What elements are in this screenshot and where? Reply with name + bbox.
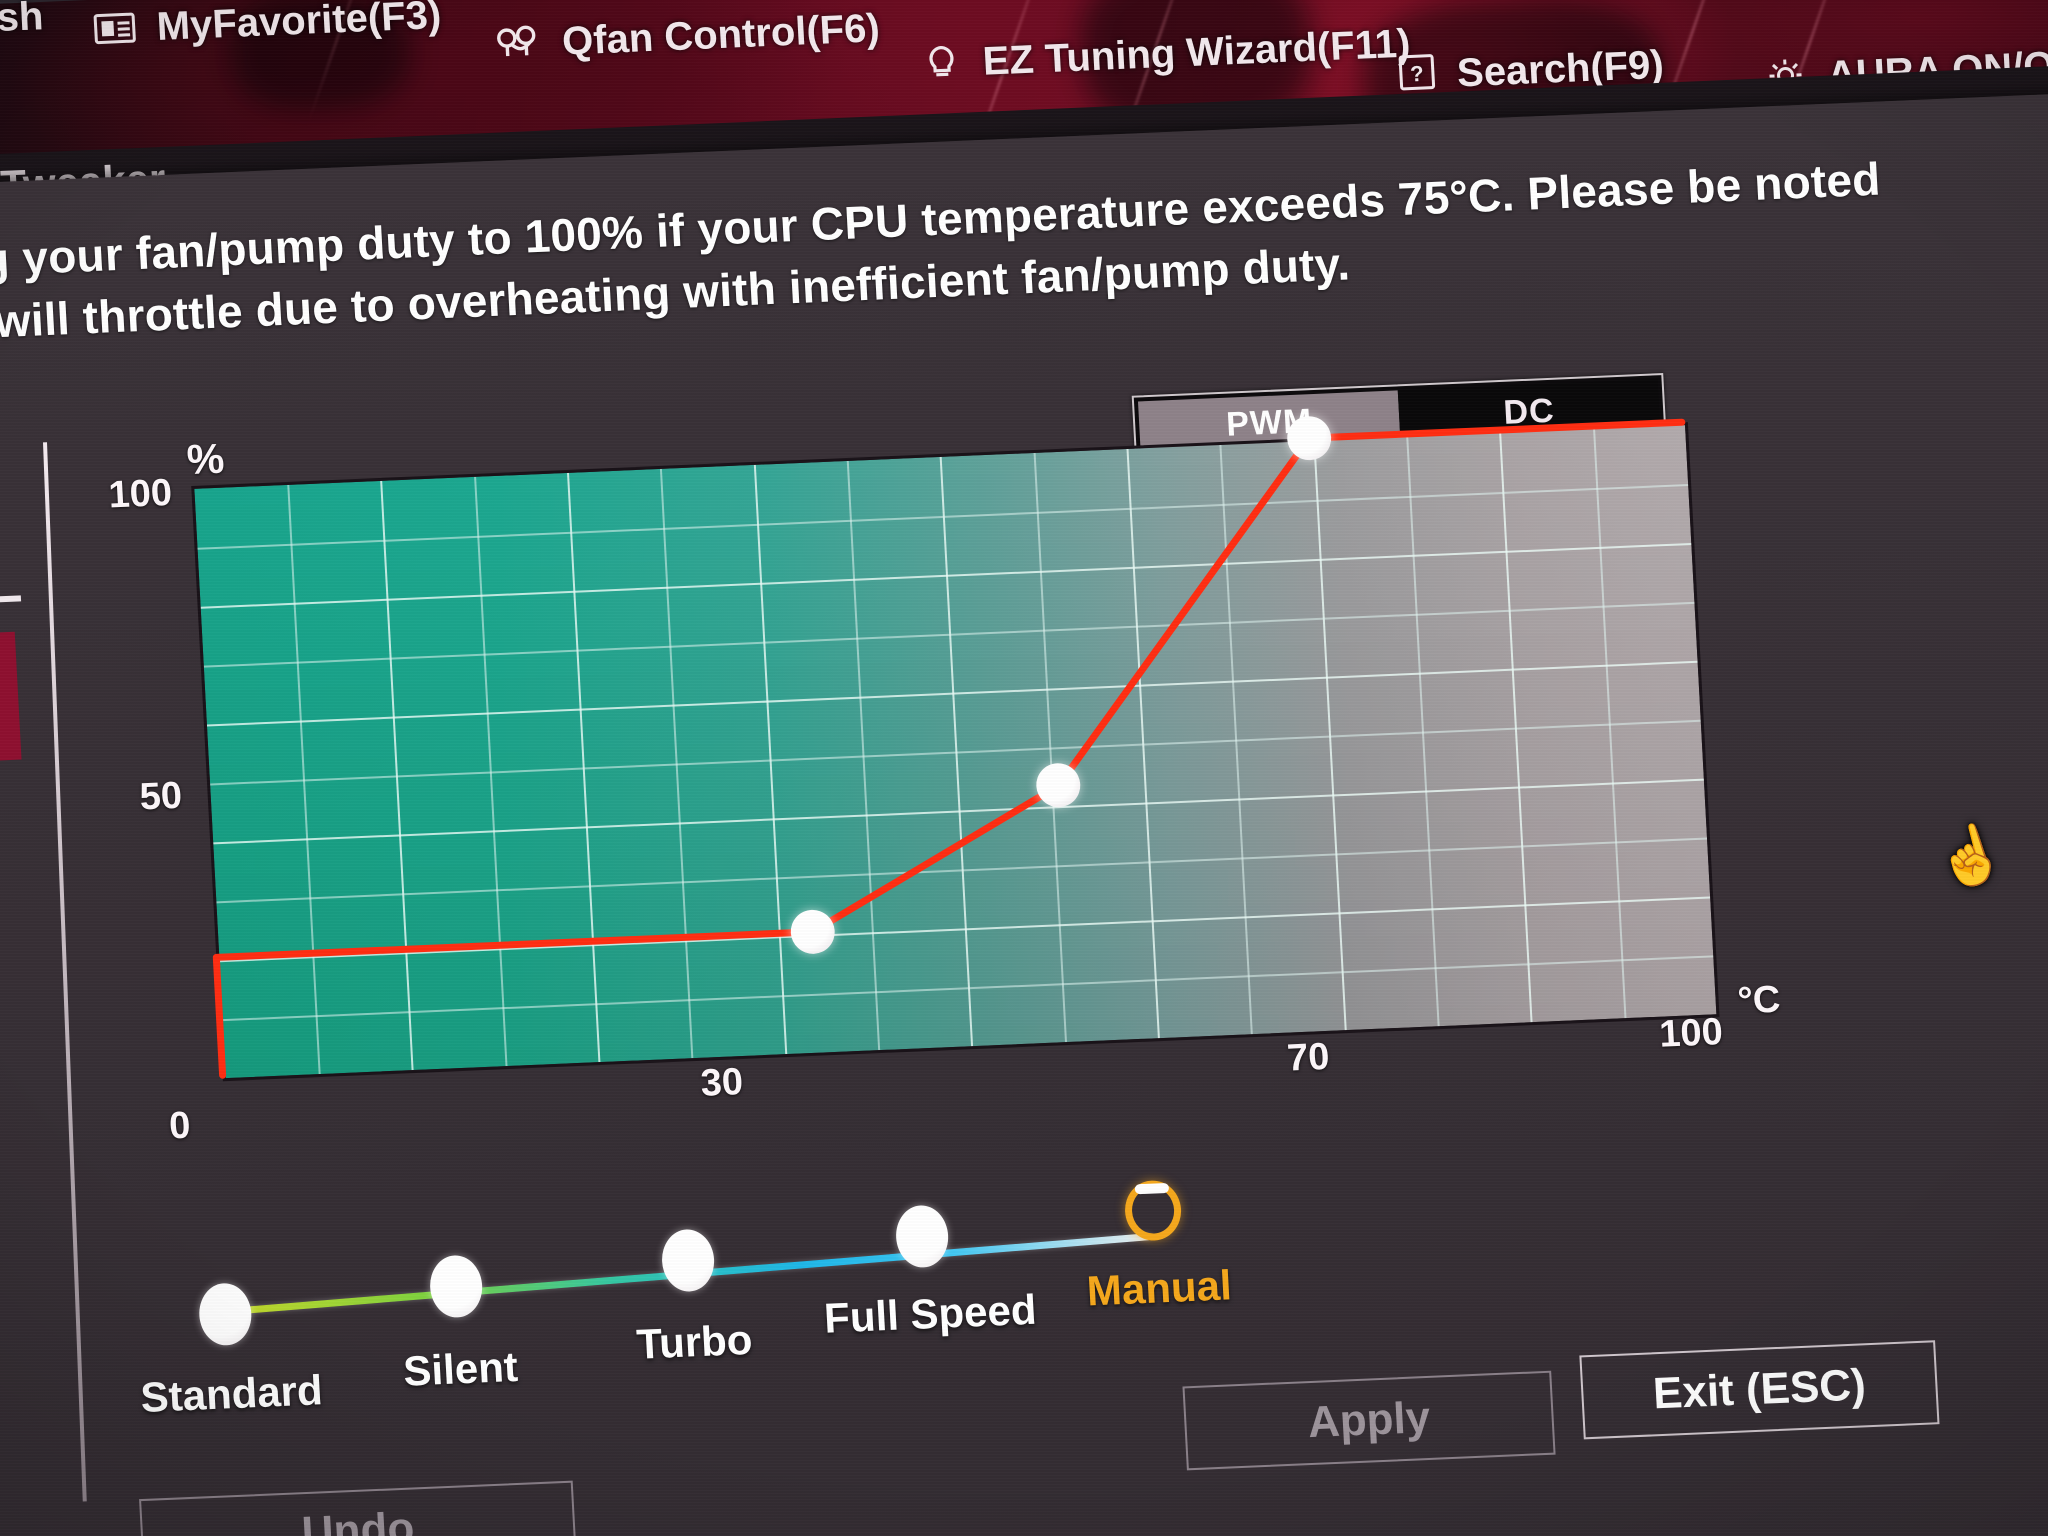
menu-item-ez-tuning-wizard-label: EZ Tuning Wizard(F11) <box>981 21 1412 84</box>
menu-item-myfavorite-label: MyFavorite(F3) <box>155 0 443 50</box>
profile-dot-turbo[interactable] <box>660 1228 716 1293</box>
profile-label-manual[interactable]: Manual <box>1086 1261 1233 1315</box>
profile-dot-silent[interactable] <box>428 1254 484 1319</box>
profile-label-silent[interactable]: Silent <box>402 1343 519 1396</box>
menu-item-qfan-control[interactable]: Qfan Control(F6) <box>494 6 881 70</box>
apply-button[interactable]: Apply <box>1182 1370 1556 1471</box>
profile-label-standard[interactable]: Standard <box>139 1366 323 1422</box>
language-label[interactable]: glish <box>0 0 44 43</box>
x-axis-tick-70: 70 <box>1286 1035 1331 1080</box>
favorites-icon <box>93 9 137 56</box>
y-axis-tick-50: 50 <box>138 774 184 819</box>
exit-button[interactable]: Exit (ESC) <box>1579 1340 1940 1440</box>
profile-label-fullspeed[interactable]: Full Speed <box>823 1286 1038 1343</box>
fan-curve-line <box>212 418 1686 1079</box>
undo-button-label: Undo <box>300 1503 416 1536</box>
x-axis-unit-label: °C <box>1736 978 1782 1023</box>
profile-dot-manual[interactable] <box>1123 1179 1183 1242</box>
screenshot-root: glish MyFavorite(F3) Qfan Control(F6) EZ… <box>0 0 2048 1536</box>
y-axis-tick-100: 100 <box>107 471 174 517</box>
x-axis-tick-30: 30 <box>699 1061 745 1105</box>
wizard-icon <box>921 43 963 91</box>
y-axis-unit-label: % <box>185 434 226 484</box>
fan-curve-chart[interactable] <box>191 415 1720 1082</box>
profile-dot-standard[interactable] <box>197 1282 253 1347</box>
exit-button-label: Exit (ESC) <box>1651 1360 1867 1419</box>
menu-item-myfavorite[interactable]: MyFavorite(F3) <box>93 0 443 56</box>
y-axis-tick-0: 0 <box>168 1104 192 1148</box>
profile-label-turbo[interactable]: Turbo <box>635 1316 753 1369</box>
fan-icon <box>494 23 542 71</box>
apply-button-label: Apply <box>1306 1392 1432 1448</box>
menu-item-qfan-control-label: Qfan Control(F6) <box>561 6 881 64</box>
menu-item-ez-tuning-wizard[interactable]: EZ Tuning Wizard(F11) <box>921 22 1412 91</box>
bios-screen: glish MyFavorite(F3) Qfan Control(F6) EZ… <box>0 0 2048 1536</box>
svg-text:?: ? <box>1410 61 1425 87</box>
